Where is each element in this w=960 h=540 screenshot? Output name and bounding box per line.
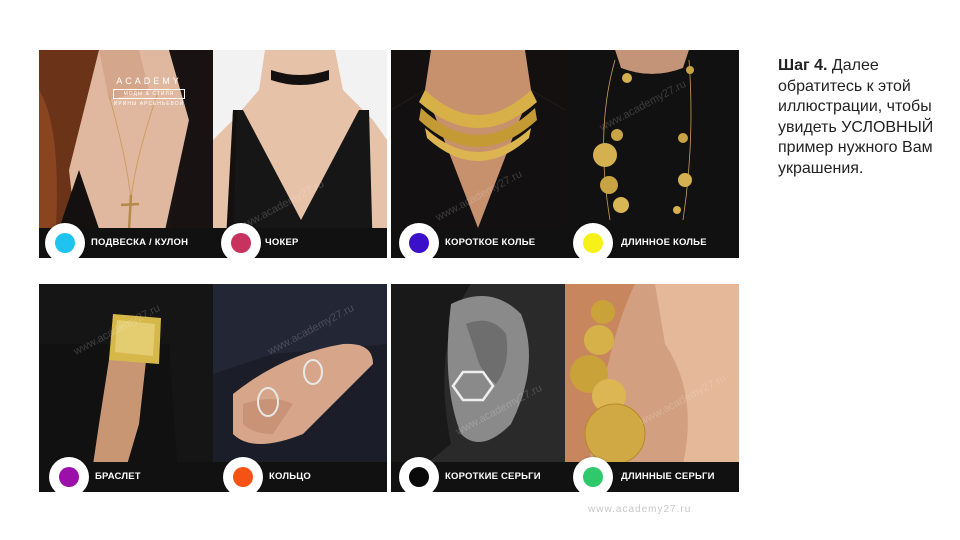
category-label: ДЛИННОЕ КОЛЬЕ	[621, 237, 707, 248]
footer-watermark: www.academy27.ru	[588, 504, 692, 515]
category-label: ПОДВЕСКА / КУЛОН	[91, 237, 189, 248]
category-label: БРАСЛЕТ	[95, 471, 141, 482]
label-bar: БРАСЛЕТ КОЛЬЦО	[39, 457, 387, 492]
jewelry-panel-earrings: www.academy27.ru www.academy27.ru КОРОТК…	[391, 284, 739, 492]
category-bracelet: БРАСЛЕТ	[39, 457, 213, 492]
color-dot-frame	[223, 457, 263, 492]
label-bar: КОРОТКИЕ СЕРЬГИ ДЛИННЫЕ СЕРЬГИ	[391, 457, 739, 492]
color-dot-frame	[45, 223, 85, 258]
step-label: Шаг 4.	[778, 57, 828, 74]
category-long-necklace: ДЛИННОЕ КОЛЬЕ	[565, 223, 739, 258]
category-label: ДЛИННЫЕ СЕРЬГИ	[621, 471, 715, 482]
color-dot-choker	[231, 233, 251, 253]
label-bar: ПОДВЕСКА / КУЛОН ЧОКЕР	[39, 223, 387, 258]
brand-logo: ACADEMY МОДЫ & СТИЛЯ ИРИНЫ АРСЕНЬЕВОЙ	[113, 76, 185, 107]
color-dot-bracelet	[59, 467, 79, 487]
color-dot-ring	[233, 467, 253, 487]
color-dot-short-necklace	[409, 233, 429, 253]
label-bar: КОРОТКОЕ КОЛЬЕ ДЛИННОЕ КОЛЬЕ	[391, 223, 739, 258]
category-label: КОРОТКИЕ СЕРЬГИ	[445, 471, 541, 482]
category-short-earrings: КОРОТКИЕ СЕРЬГИ	[391, 457, 565, 492]
category-pendant: ПОДВЕСКА / КУЛОН	[39, 223, 213, 258]
color-dot-frame	[573, 457, 613, 492]
color-dot-pendant	[55, 233, 75, 253]
category-choker: ЧОКЕР	[213, 223, 387, 258]
category-ring: КОЛЬЦО	[213, 457, 387, 492]
color-dot-frame	[399, 457, 439, 492]
instruction-body: Далее обратитесь к этой иллюстрации, что…	[778, 57, 934, 177]
color-dot-long-necklace	[583, 233, 603, 253]
jewelry-panel-pendant-choker: ACADEMY МОДЫ & СТИЛЯ ИРИНЫ АРСЕНЬЕВОЙ ww…	[39, 50, 387, 258]
category-label: ЧОКЕР	[265, 237, 299, 248]
color-dot-frame	[399, 223, 439, 258]
category-label: КОРОТКОЕ КОЛЬЕ	[445, 237, 536, 248]
jewelry-panel-bracelet-ring: www.academy27.ru www.academy27.ru БРАСЛЕ…	[39, 284, 387, 492]
color-dot-long-earrings	[583, 467, 603, 487]
color-dot-frame	[573, 223, 613, 258]
color-dot-frame	[221, 223, 261, 258]
category-long-earrings: ДЛИННЫЕ СЕРЬГИ	[565, 457, 739, 492]
instruction-text: Шаг 4. Далее обратитесь к этой иллюстрац…	[778, 56, 938, 179]
color-dot-short-earrings	[409, 467, 429, 487]
category-short-necklace: КОРОТКОЕ КОЛЬЕ	[391, 223, 565, 258]
category-label: КОЛЬЦО	[269, 471, 311, 482]
jewelry-panel-necklaces: www.academy27.ru www.academy27.ru КОРОТК…	[391, 50, 739, 258]
color-dot-frame	[49, 457, 89, 492]
